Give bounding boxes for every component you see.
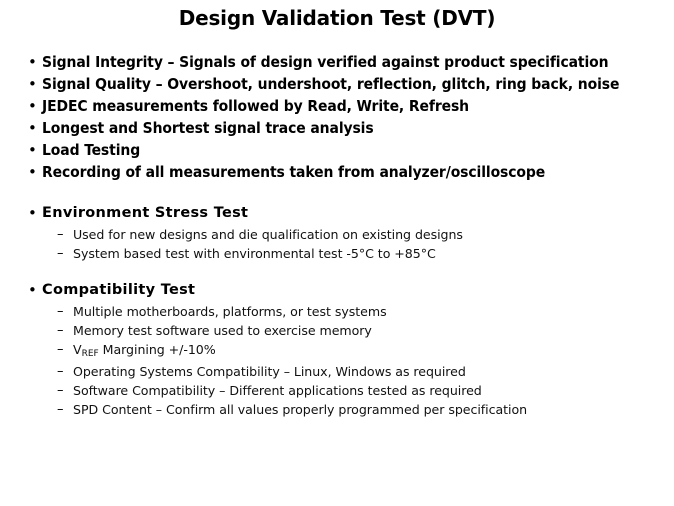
sub-list-item: – Software Compatibility – Different app… (57, 381, 650, 400)
vref-prefix: V (73, 342, 82, 357)
bullet-icon: • (28, 204, 37, 222)
dash-icon: – (57, 342, 64, 357)
bullet-text: Recording of all measurements taken from… (42, 163, 546, 181)
bullet-icon: • (28, 53, 37, 71)
bullet-text: Load Testing (42, 141, 141, 159)
section-heading-text: Environment Stress Test (42, 205, 249, 221)
list-item: • Load Testing (28, 140, 650, 161)
list-item: • Signal Integrity – Signals of design v… (28, 52, 650, 73)
section-heading-text: Compatibility Test (42, 282, 196, 298)
vref-subscript: REF (81, 349, 99, 359)
dash-icon: – (57, 227, 64, 242)
dash-icon: – (57, 246, 64, 261)
sub-bullet-text: System based test with environmental tes… (73, 246, 436, 261)
section-heading-compatibility-test: • Compatibility Test (28, 280, 650, 301)
bullet-text: Signal Integrity – Signals of design ver… (42, 53, 609, 71)
bullet-icon: • (28, 97, 37, 115)
page-title: Design Validation Test (DVT) (178, 6, 496, 30)
sub-bullet-text: Software Compatibility – Different appli… (73, 383, 482, 398)
bullet-icon: • (28, 281, 37, 299)
sub-bullet-text: Used for new designs and die qualificati… (73, 227, 463, 242)
list-item: • Longest and Shortest signal trace anal… (28, 118, 650, 139)
sub-list-item: – Memory test software used to exercise … (57, 321, 650, 340)
list-item: • Recording of all measurements taken fr… (28, 162, 650, 183)
sub-list-item: – Multiple motherboards, platforms, or t… (57, 302, 650, 321)
slide-canvas: Design Validation Test (DVT) • Signal In… (0, 0, 674, 506)
bullet-icon: • (28, 163, 37, 181)
dash-icon: – (57, 304, 64, 319)
sub-bullet-text: Memory test software used to exercise me… (73, 323, 372, 338)
vref-suffix: Margining +/-10% (98, 342, 216, 357)
sub-bullet-text: SPD Content – Confirm all values properl… (73, 402, 528, 417)
sub-list-item: – System based test with environmental t… (57, 244, 650, 263)
list-item: • JEDEC measurements followed by Read, W… (28, 96, 650, 117)
sub-list-item: – Operating Systems Compatibility – Linu… (57, 362, 650, 381)
sub-list-item: – SPD Content – Confirm all values prope… (57, 400, 650, 419)
bullet-icon: • (28, 141, 37, 159)
dash-icon: – (57, 402, 64, 417)
sub-list-item: – Used for new designs and die qualifica… (57, 225, 650, 244)
bullet-text: Longest and Shortest signal trace analys… (42, 119, 374, 137)
bullet-icon: • (28, 75, 37, 93)
dash-icon: – (57, 364, 64, 379)
sub-bullet-text: Multiple motherboards, platforms, or tes… (73, 304, 387, 319)
bullet-text: JEDEC measurements followed by Read, Wri… (42, 97, 470, 115)
dash-icon: – (57, 323, 64, 338)
list-item: • Signal Quality – Overshoot, undershoot… (28, 74, 650, 95)
dash-icon: – (57, 383, 64, 398)
slide-body: • Signal Integrity – Signals of design v… (28, 52, 650, 419)
bullet-text: Signal Quality – Overshoot, undershoot, … (42, 75, 620, 93)
sub-bullet-text: Operating Systems Compatibility – Linux,… (73, 364, 466, 379)
sub-list-item: – VREF Margining +/-10% (57, 340, 650, 362)
bullet-icon: • (28, 119, 37, 137)
sub-bullet-text-vref: VREF Margining +/-10% (73, 340, 650, 362)
section-heading-environment-stress-test: • Environment Stress Test (28, 203, 650, 224)
